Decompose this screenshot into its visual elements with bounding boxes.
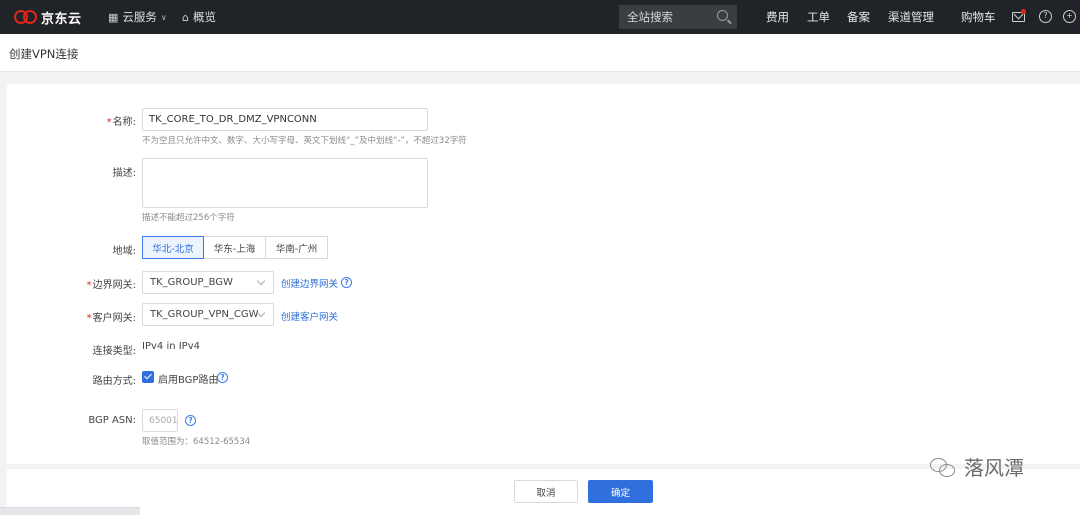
name-label: *名称: <box>7 113 136 128</box>
search-placeholder: 全站搜索 <box>627 10 673 24</box>
home-icon: ⌂ <box>182 10 189 24</box>
name-hint: 不为空且只允许中文、数字、大小写字母、英文下划线“_”及中划线“-”，不超过32… <box>142 136 467 146</box>
grid-icon: ▦ <box>108 10 119 24</box>
jdcloud-logo[interactable]: 京东云 <box>14 7 82 27</box>
nav-cloud-services[interactable]: ▦ 云服务 ∨ <box>108 0 167 34</box>
help-icon[interactable]: ? <box>341 277 352 288</box>
description-textarea[interactable] <box>142 158 428 208</box>
customer-gateway-value: TK_GROUP_VPN_CGW <box>150 309 259 320</box>
bgp-asn-hint: 取值范围为：64512-65534 <box>142 437 251 447</box>
logo-icon <box>14 9 38 25</box>
watermark-text: 落风潭 <box>964 456 1024 480</box>
required-marker: * <box>86 313 92 324</box>
name-input[interactable]: TK_CORE_TO_DR_DMZ_VPNCONN <box>142 108 428 131</box>
nav-cloud-services-label: 云服务 <box>122 10 157 24</box>
nav-overview-label: 概览 <box>192 10 216 24</box>
required-marker: * <box>86 280 92 291</box>
conn-type-value: IPv4 in IPv4 <box>142 341 200 352</box>
create-customer-gateway-link[interactable]: 创建客户网关 <box>281 309 338 323</box>
region-option-guangzhou[interactable]: 华南-广州 <box>265 236 328 259</box>
region-option-shanghai[interactable]: 华东-上海 <box>203 236 266 259</box>
link-filing[interactable]: 备案 <box>847 0 870 34</box>
page-title: 创建VPN连接 <box>9 47 79 61</box>
required-marker: * <box>106 117 112 128</box>
form-footer: 取消 确定 <box>7 469 1080 515</box>
chevron-down-icon: ∨ <box>160 12 167 22</box>
help-icon[interactable]: ? <box>185 415 196 426</box>
desc-label: 描述: <box>112 168 136 179</box>
link-channel-management[interactable]: 渠道管理 <box>888 0 934 34</box>
enable-bgp-checkbox[interactable] <box>142 371 154 383</box>
link-billing[interactable]: 费用 <box>766 0 789 34</box>
help-icon[interactable]: ? <box>217 372 228 383</box>
link-cart[interactable]: 购物车 <box>961 0 996 34</box>
desc-hint: 描述不能超过256个字符 <box>142 213 235 223</box>
region-label: 地域: <box>112 246 136 257</box>
cancel-button[interactable]: 取消 <box>514 480 578 503</box>
bgp-asn-input[interactable]: 65001 <box>142 409 178 432</box>
enable-bgp-label: 启用BGP路由 <box>158 375 219 386</box>
region-option-beijing[interactable]: 华北-北京 <box>142 236 204 259</box>
bottom-scrollbar[interactable] <box>0 507 140 515</box>
customer-gateway-select[interactable]: TK_GROUP_VPN_CGW <box>142 303 274 326</box>
logo-text: 京东云 <box>41 11 82 27</box>
border-gateway-select[interactable]: TK_GROUP_BGW <box>142 271 274 294</box>
wechat-icon <box>930 456 958 478</box>
customer-gateway-label-text: 客户网关: <box>92 313 136 324</box>
help-icon[interactable]: ? <box>1039 10 1052 23</box>
search-icon[interactable] <box>717 10 728 21</box>
conn-type-label: 连接类型: <box>92 346 136 357</box>
border-gateway-label: *边界网关: <box>7 276 136 291</box>
create-border-gateway-link[interactable]: 创建边界网关 <box>281 276 338 290</box>
link-tickets[interactable]: 工单 <box>807 0 830 34</box>
name-label-text: 名称: <box>112 117 136 128</box>
global-search-input[interactable]: 全站搜索 <box>619 5 737 29</box>
watermark: 落风潭 <box>930 452 1024 481</box>
page-header: 创建VPN连接 <box>0 34 1080 72</box>
nav-overview[interactable]: ⌂ 概览 <box>182 0 216 34</box>
chevron-down-icon <box>256 276 266 286</box>
form-panel: *名称: TK_CORE_TO_DR_DMZ_VPNCONN 不为空且只允许中文… <box>7 84 1080 464</box>
routing-label: 路由方式: <box>92 376 136 387</box>
customer-gateway-label: *客户网关: <box>7 309 136 324</box>
confirm-button[interactable]: 确定 <box>588 480 653 503</box>
border-gateway-label-text: 边界网关: <box>92 280 136 291</box>
bgp-asn-label: BGP ASN: <box>88 415 136 426</box>
language-icon[interactable]: + <box>1063 10 1076 23</box>
notification-dot <box>1021 9 1026 14</box>
border-gateway-value: TK_GROUP_BGW <box>150 277 233 288</box>
top-navbar: 京东云 ▦ 云服务 ∨ ⌂ 概览 全站搜索 费用 工单 备案 渠道管理 购物车 … <box>0 0 1080 34</box>
